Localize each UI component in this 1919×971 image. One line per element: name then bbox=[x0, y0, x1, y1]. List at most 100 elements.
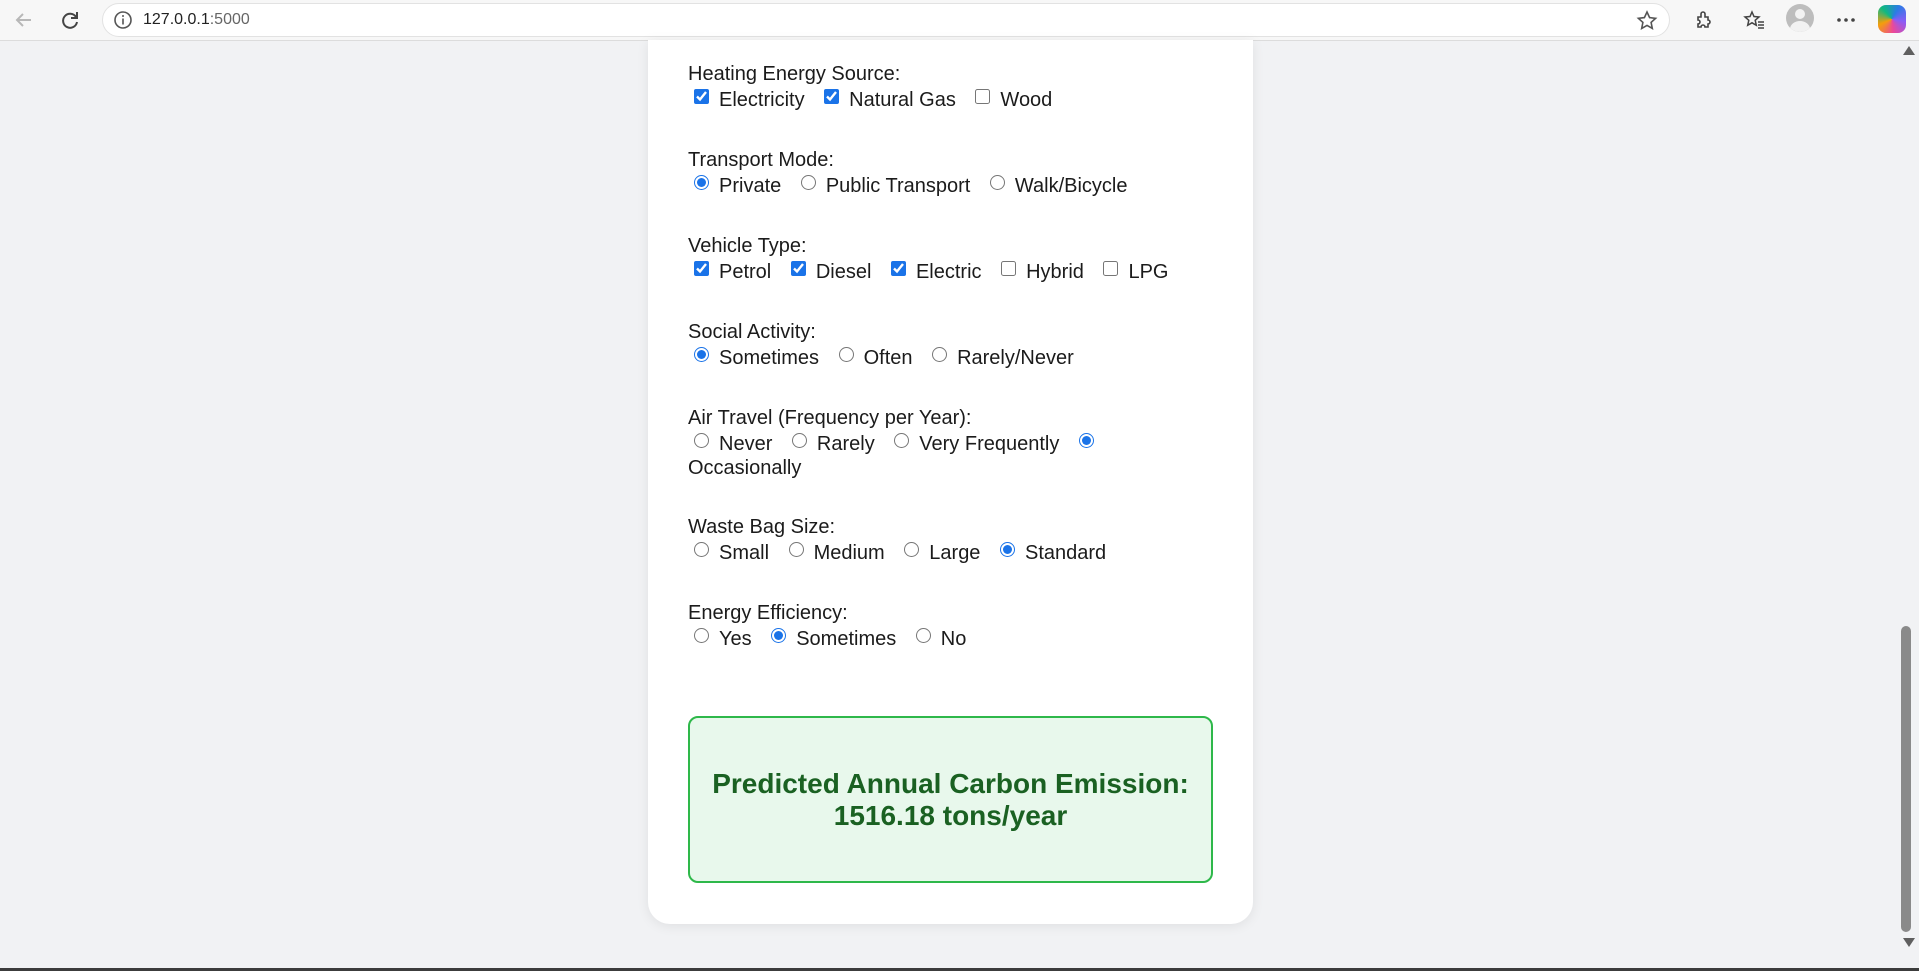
option-label: Never bbox=[719, 433, 773, 455]
social-option-rarely[interactable]: Rarely/Never bbox=[926, 347, 1082, 369]
scroll-up-arrow-icon[interactable] bbox=[1903, 46, 1915, 55]
option-label: Natural Gas bbox=[849, 89, 956, 111]
efficiency-label: Energy Efficiency: bbox=[688, 602, 848, 624]
heating-option-wood[interactable]: Wood bbox=[969, 89, 1060, 111]
waste-group: Waste Bag Size: Small Medium Large Stand… bbox=[688, 515, 1228, 565]
scrollbar-thumb[interactable] bbox=[1901, 626, 1911, 932]
heating-option-natural-gas[interactable]: Natural Gas bbox=[818, 89, 964, 111]
waste-radio-medium[interactable] bbox=[788, 542, 804, 557]
vehicle-checkbox-diesel[interactable] bbox=[790, 261, 806, 276]
air-radio-never[interactable] bbox=[694, 433, 709, 448]
copilot-icon[interactable] bbox=[1878, 5, 1906, 33]
heating-option-electricity[interactable]: Electricity bbox=[688, 89, 813, 111]
browser-toolbar: 127.0.0.1:5000 bbox=[0, 0, 1919, 41]
air-travel-group: Air Travel (Frequency per Year): Never R… bbox=[688, 406, 1228, 480]
waste-option-medium[interactable]: Medium bbox=[783, 542, 893, 564]
heating-checkbox-electricity[interactable] bbox=[694, 89, 709, 104]
waste-label: Waste Bag Size: bbox=[688, 516, 836, 538]
option-label: Walk/Bicycle bbox=[1014, 175, 1128, 197]
efficiency-option-no[interactable]: No bbox=[910, 628, 975, 650]
option-label: Rarely/Never bbox=[957, 347, 1074, 369]
address-bar[interactable]: 127.0.0.1:5000 bbox=[102, 3, 1670, 37]
option-label: Often bbox=[863, 347, 913, 369]
option-label: LPG bbox=[1128, 261, 1169, 283]
transport-option-public[interactable]: Public Transport bbox=[795, 175, 979, 197]
efficiency-group: Energy Efficiency: Yes Sometimes No bbox=[688, 601, 1228, 651]
option-label: Public Transport bbox=[825, 175, 971, 197]
profile-avatar[interactable] bbox=[1786, 4, 1814, 32]
option-label: Electric bbox=[915, 261, 982, 283]
site-info-icon[interactable] bbox=[113, 10, 133, 30]
social-option-often[interactable]: Often bbox=[833, 347, 921, 369]
air-radio-rarely[interactable] bbox=[791, 433, 807, 448]
transport-option-private[interactable]: Private bbox=[688, 175, 789, 197]
social-options: Sometimes Often Rarely/Never bbox=[688, 346, 1228, 370]
social-option-sometimes[interactable]: Sometimes bbox=[688, 347, 827, 369]
waste-option-small[interactable]: Small bbox=[688, 542, 777, 564]
efficiency-radio-no[interactable] bbox=[915, 628, 931, 643]
heating-group: Heating Energy Source: Electricity Natur… bbox=[688, 62, 1228, 112]
favorites-icon[interactable] bbox=[1738, 4, 1770, 36]
option-label: Private bbox=[719, 175, 782, 197]
url-port: :5000 bbox=[209, 11, 250, 28]
vehicle-label: Vehicle Type: bbox=[688, 235, 807, 257]
waste-radio-large[interactable] bbox=[904, 542, 920, 557]
heating-checkbox-wood[interactable] bbox=[975, 89, 991, 104]
air-option-very-frequently[interactable]: Very Frequently bbox=[888, 433, 1067, 455]
waste-option-standard[interactable]: Standard bbox=[994, 542, 1114, 564]
option-label: No bbox=[940, 628, 967, 650]
favorite-star-icon[interactable] bbox=[1635, 9, 1659, 33]
address-url[interactable]: 127.0.0.1:5000 bbox=[143, 11, 250, 29]
vehicle-checkbox-hybrid[interactable] bbox=[1001, 261, 1017, 276]
efficiency-radio-sometimes[interactable] bbox=[771, 628, 787, 643]
vehicle-option-hybrid[interactable]: Hybrid bbox=[995, 261, 1092, 283]
air-radio-occasionally[interactable] bbox=[1078, 433, 1094, 448]
option-label: Sometimes bbox=[796, 628, 897, 650]
vehicle-option-petrol[interactable]: Petrol bbox=[688, 261, 779, 283]
efficiency-option-yes[interactable]: Yes bbox=[688, 628, 760, 650]
heating-options: Electricity Natural Gas Wood bbox=[688, 88, 1228, 112]
transport-radio-private[interactable] bbox=[694, 175, 709, 190]
transport-radio-walk[interactable] bbox=[989, 175, 1005, 190]
waste-radio-small[interactable] bbox=[694, 542, 709, 557]
air-option-occasionally-label: Occasionally bbox=[688, 457, 802, 479]
social-radio-sometimes[interactable] bbox=[694, 347, 709, 362]
more-menu-icon[interactable] bbox=[1830, 4, 1862, 36]
option-label: Large bbox=[929, 542, 981, 564]
extensions-icon[interactable] bbox=[1688, 4, 1720, 36]
transport-option-walk[interactable]: Walk/Bicycle bbox=[984, 175, 1136, 197]
heating-checkbox-natural-gas[interactable] bbox=[824, 89, 840, 104]
air-option-rarely[interactable]: Rarely bbox=[786, 433, 883, 455]
option-label: Medium bbox=[813, 542, 885, 564]
vehicle-checkbox-lpg[interactable] bbox=[1103, 261, 1119, 276]
vehicle-option-electric[interactable]: Electric bbox=[885, 261, 990, 283]
vehicle-option-diesel[interactable]: Diesel bbox=[785, 261, 880, 283]
waste-option-large[interactable]: Large bbox=[898, 542, 988, 564]
waste-options: Small Medium Large Standard bbox=[688, 541, 1228, 565]
reload-icon[interactable] bbox=[54, 4, 86, 36]
scroll-down-arrow-icon[interactable] bbox=[1903, 938, 1915, 947]
option-label: Wood bbox=[1000, 89, 1053, 111]
option-label: Standard bbox=[1025, 542, 1107, 564]
option-label: Diesel bbox=[815, 261, 872, 283]
air-radio-very-frequently[interactable] bbox=[894, 433, 910, 448]
air-option-occasionally[interactable] bbox=[1073, 433, 1104, 455]
option-label: Electricity bbox=[719, 89, 805, 111]
vehicle-checkbox-petrol[interactable] bbox=[694, 261, 709, 276]
vehicle-option-lpg[interactable]: LPG bbox=[1097, 261, 1176, 283]
social-radio-often[interactable] bbox=[838, 347, 854, 362]
waste-radio-standard[interactable] bbox=[1000, 542, 1015, 557]
page-scrollbar[interactable] bbox=[1897, 42, 1919, 971]
efficiency-radio-yes[interactable] bbox=[694, 628, 709, 643]
vehicle-group: Vehicle Type: Petrol Diesel Electric Hyb… bbox=[688, 234, 1228, 284]
option-label: Sometimes bbox=[719, 347, 820, 369]
back-arrow-icon[interactable] bbox=[8, 4, 40, 36]
form-card: Heating Energy Source: Electricity Natur… bbox=[648, 40, 1253, 924]
prediction-title: Predicted Annual Carbon Emission: bbox=[712, 767, 1189, 799]
social-radio-rarely[interactable] bbox=[932, 347, 948, 362]
vehicle-checkbox-electric[interactable] bbox=[890, 261, 906, 276]
efficiency-option-sometimes[interactable]: Sometimes bbox=[765, 628, 904, 650]
air-option-never[interactable]: Never bbox=[688, 433, 780, 455]
social-label: Social Activity: bbox=[688, 321, 816, 343]
transport-radio-public[interactable] bbox=[800, 175, 816, 190]
